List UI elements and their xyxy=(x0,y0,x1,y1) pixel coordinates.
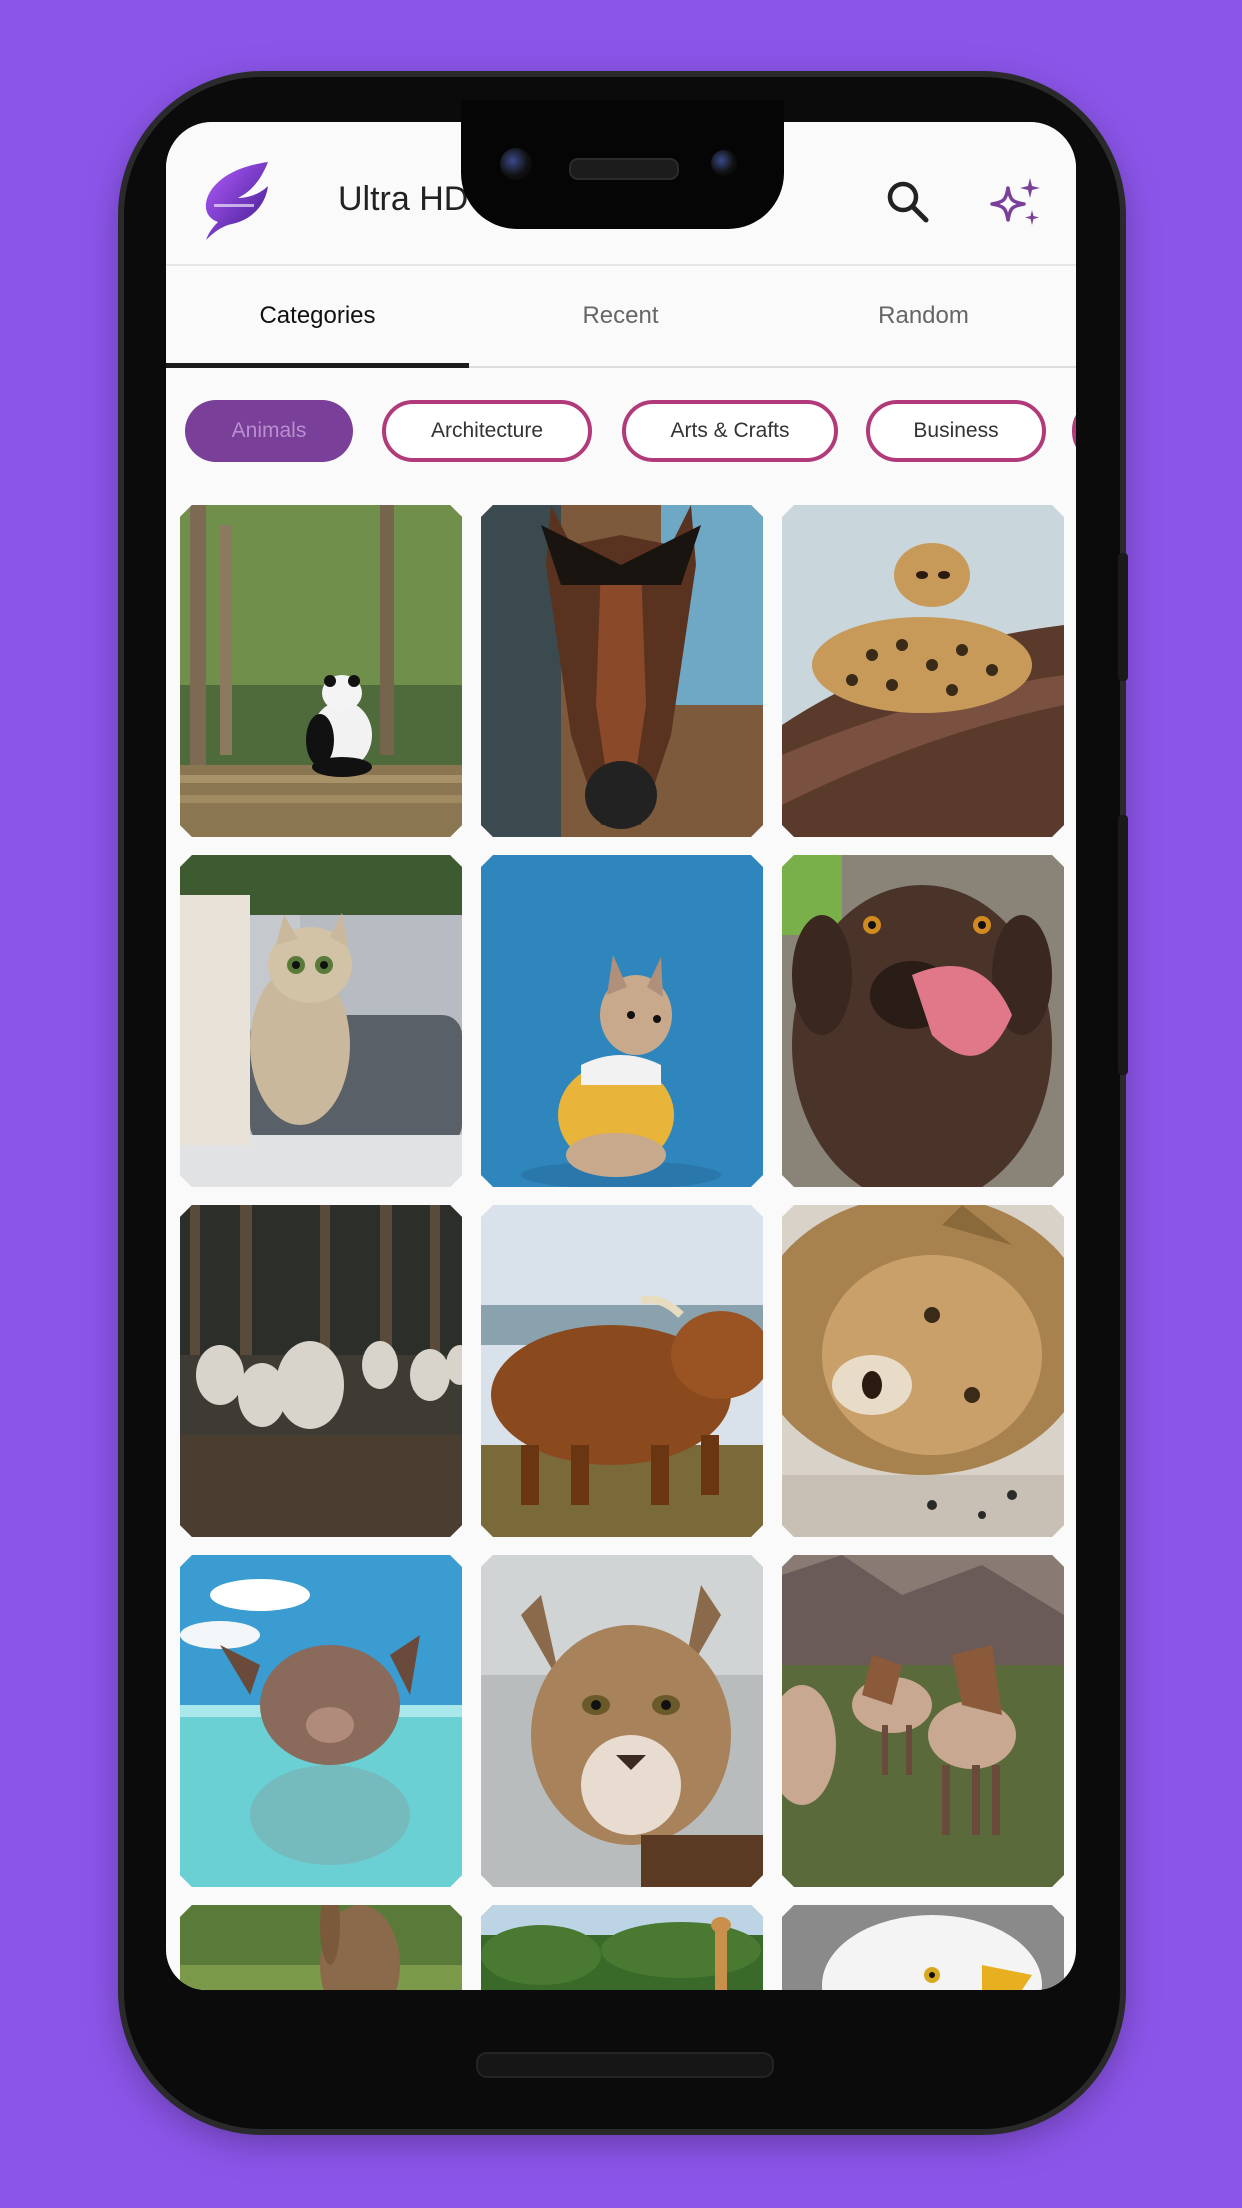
wallpaper-cougar[interactable] xyxy=(481,1555,763,1887)
earpiece-speaker xyxy=(569,158,679,180)
wallpaper-rabbit[interactable] xyxy=(180,1905,462,1990)
chip-label: Architecture xyxy=(430,419,544,442)
wallpaper-kitten[interactable] xyxy=(180,855,462,1187)
front-camera xyxy=(500,148,532,180)
sparkle-icon[interactable] xyxy=(986,174,1046,234)
tab-random[interactable]: Random xyxy=(772,266,1075,366)
wallpaper-panda[interactable] xyxy=(180,505,462,837)
chip-animals[interactable]: Animals xyxy=(185,400,353,462)
tab-categories[interactable]: Categories xyxy=(166,266,469,368)
app-screen: Ultra HD Categories Recent Random Animal… xyxy=(166,122,1076,1990)
wallpaper-leopard[interactable] xyxy=(782,505,1064,837)
wallpaper-giraffe[interactable] xyxy=(481,1905,763,1990)
volume-button xyxy=(1118,815,1128,1075)
wallpaper-horse[interactable] xyxy=(481,505,763,837)
chip-next-partial[interactable] xyxy=(1072,400,1076,462)
power-button xyxy=(1118,553,1128,681)
chip-arts-crafts[interactable]: Arts & Crafts xyxy=(622,400,838,462)
app-title: Ultra HD xyxy=(338,180,469,218)
category-chips: Animals Architecture Arts & Crafts Busin… xyxy=(166,400,1076,462)
wallpaper-highland-cow[interactable] xyxy=(481,1205,763,1537)
wallpaper-chocolate-labrador[interactable] xyxy=(782,855,1064,1187)
wallpaper-french-bulldog[interactable] xyxy=(481,855,763,1187)
wallpaper-lion[interactable] xyxy=(782,1205,1064,1537)
wallpaper-swimming-pig[interactable] xyxy=(180,1555,462,1887)
chip-label: Arts & Crafts xyxy=(670,419,790,442)
chip-business[interactable]: Business xyxy=(866,400,1046,462)
chip-label: Business xyxy=(913,419,999,442)
camera-notch xyxy=(461,100,784,229)
tab-label: Categories xyxy=(259,302,376,329)
tab-indicator xyxy=(166,363,469,368)
wallpaper-ponies[interactable] xyxy=(782,1555,1064,1887)
tab-label: Recent xyxy=(582,302,659,329)
home-indicator xyxy=(476,2052,774,2078)
tab-label: Random xyxy=(878,302,969,329)
chip-architecture[interactable]: Architecture xyxy=(382,400,592,462)
tab-bar: Categories Recent Random xyxy=(166,266,1076,368)
tab-recent[interactable]: Recent xyxy=(469,266,772,366)
chip-label: Animals xyxy=(231,419,307,442)
feather-logo-icon xyxy=(200,158,274,242)
wallpaper-eagle[interactable] xyxy=(782,1905,1064,1990)
search-icon[interactable] xyxy=(878,172,938,232)
front-sensor xyxy=(711,150,737,176)
wallpaper-sheep[interactable] xyxy=(180,1205,462,1537)
